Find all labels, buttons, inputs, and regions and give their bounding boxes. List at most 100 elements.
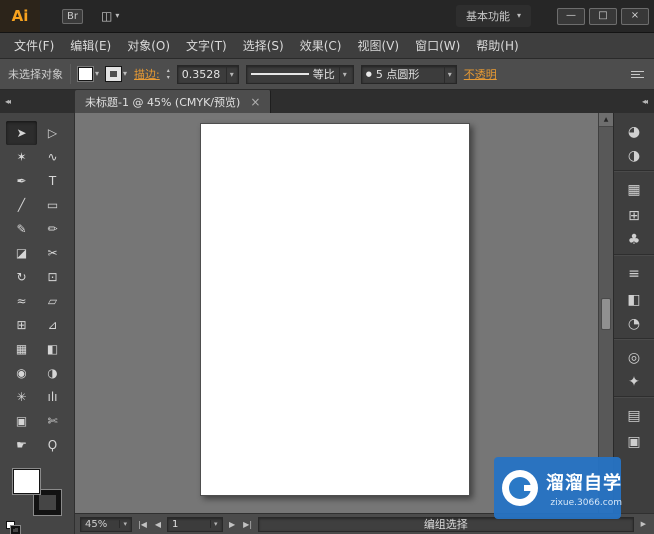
type-tool[interactable]: T (37, 169, 68, 193)
vertical-scrollbar[interactable]: ▲ ▼ (598, 113, 613, 513)
width-profile-dropdown[interactable]: 等比 ▾ (245, 64, 354, 84)
rotate-tool[interactable]: ↻ (6, 265, 37, 289)
chevron-down-icon[interactable]: ▾ (225, 65, 234, 83)
minimize-button[interactable]: — (557, 7, 585, 25)
stroke-color-swatch[interactable] (106, 67, 122, 81)
menu-item-file[interactable]: 文件(F) (6, 33, 62, 58)
workspace-switcher[interactable]: 基本功能 ▾ (455, 5, 531, 27)
panel-dock: ◕ ◑ ▦ ⊞ ♣ ≡ ◧ ◔ ◎ ✦ ▤ ▣ (613, 113, 654, 513)
gradient-tool[interactable]: ◧ (37, 337, 68, 361)
magic-wand-tool[interactable]: ✶ (6, 145, 37, 169)
document-tab[interactable]: 未标题-1 @ 45% (CMYK/预览) × (75, 90, 272, 113)
arrange-documents-button[interactable]: ◫ ▾ (101, 9, 119, 23)
menu-item-window[interactable]: 窗口(W) (407, 33, 468, 58)
artboards-panel-icon[interactable]: ▣ (614, 429, 654, 455)
menu-item-edit[interactable]: 编辑(E) (62, 33, 119, 58)
width-tool[interactable]: ≈ (6, 289, 37, 313)
pen-tool[interactable]: ✒ (6, 169, 37, 193)
close-button[interactable]: × (621, 7, 649, 25)
chevron-down-icon[interactable]: ▾ (210, 520, 218, 528)
stroke-weight-field[interactable]: 0.3528 ▾ (176, 64, 239, 84)
artboard-number-dropdown[interactable]: ▾ (167, 516, 224, 532)
scrollbar-thumb[interactable] (601, 298, 611, 330)
free-transform-tool[interactable]: ▱ (37, 289, 68, 313)
direct-selection-tool[interactable]: ▷ (37, 121, 68, 145)
zoom-level-dropdown[interactable]: 45% ▾ (80, 516, 132, 532)
scale-tool[interactable]: ⊡ (37, 265, 68, 289)
stroke-panel-link[interactable]: 描边: (134, 66, 160, 82)
last-artboard-button[interactable]: ▶| (241, 520, 254, 529)
slice-tool[interactable]: ✄ (37, 409, 68, 433)
graphic-styles-panel-icon[interactable]: ✦ (613, 371, 654, 397)
stroke-color-control[interactable]: ▾ (106, 67, 127, 81)
zoom-tool[interactable]: Ϙ (37, 433, 68, 457)
selection-tool[interactable]: ➤ (6, 121, 37, 145)
menu-item-object[interactable]: 对象(O) (119, 33, 178, 58)
menu-item-view[interactable]: 视图(V) (349, 33, 407, 58)
blend-tool[interactable]: ◑ (37, 361, 68, 385)
eraser-tool[interactable]: ◪ (6, 241, 37, 265)
maximize-button[interactable]: □ (589, 7, 617, 25)
artboard[interactable] (200, 123, 470, 496)
scissors-tool[interactable]: ✂ (37, 241, 68, 265)
scroll-up-button[interactable]: ▲ (599, 113, 613, 127)
paintbrush-tool[interactable]: ✎ (6, 217, 37, 241)
column-graph-tool[interactable]: ılı (37, 385, 68, 409)
stepper-down-icon[interactable]: ▾ (167, 74, 170, 81)
line-segment-tool[interactable]: ╱ (6, 193, 37, 217)
mesh-tool[interactable]: ▦ (6, 337, 37, 361)
first-artboard-button[interactable]: |◀ (136, 520, 149, 529)
symbols-panel-icon[interactable]: ♣ (613, 229, 654, 255)
menu-item-help[interactable]: 帮助(H) (468, 33, 526, 58)
appearance-panel-icon[interactable]: ◎ (614, 345, 654, 371)
menu-item-effect[interactable]: 效果(C) (292, 33, 350, 58)
brushes-panel-icon[interactable]: ⊞ (614, 203, 654, 229)
gradient-panel-icon[interactable]: ◧ (614, 287, 654, 313)
chevron-down-icon: ▾ (95, 69, 100, 78)
transparency-panel-icon[interactable]: ◔ (613, 313, 654, 339)
brush-definition-dropdown[interactable]: ● 5 点圆形 ▾ (360, 64, 457, 84)
divider (70, 64, 71, 84)
chevron-down-icon: ▾ (516, 11, 521, 20)
next-artboard-button[interactable]: ▶ (227, 520, 237, 529)
swatches-panel-icon[interactable]: ▦ (614, 177, 654, 203)
rectangle-tool[interactable]: ▭ (37, 193, 68, 217)
perspective-grid-tool[interactable]: ⊿ (37, 313, 68, 337)
title-bar: Ai Br ◫ ▾ 基本功能 ▾ — □ × (0, 0, 654, 32)
opacity-panel-link[interactable]: 不透明 (464, 66, 497, 82)
status-expand-icon[interactable]: ▶ (638, 520, 649, 528)
fill-color-control[interactable]: ▾ (78, 67, 99, 81)
artboard-tool[interactable]: ▣ (6, 409, 37, 433)
previous-artboard-button[interactable]: ◀ (153, 520, 163, 529)
default-fill-stroke-icon[interactable] (6, 521, 20, 534)
stroke-weight-stepper[interactable]: ▴ ▾ (167, 67, 170, 81)
control-panel-menu-icon[interactable] (629, 69, 646, 80)
bridge-button[interactable]: Br (62, 8, 83, 24)
symbol-sprayer-tool[interactable]: ✳ (6, 385, 37, 409)
panel-dock-collapse-button[interactable]: ◂◂ (642, 90, 654, 113)
chevron-down-icon[interactable]: ▾ (443, 65, 452, 83)
menu-item-select[interactable]: 选择(S) (235, 33, 292, 58)
chevron-down-icon[interactable]: ▾ (119, 520, 127, 528)
artboard-number-field[interactable] (172, 518, 207, 530)
chevron-down-icon[interactable]: ▾ (338, 65, 347, 83)
toolbox-collapse-button[interactable]: ◂◂ (0, 90, 75, 113)
pencil-tool[interactable]: ✏ (37, 217, 68, 241)
stepper-up-icon[interactable]: ▴ (167, 67, 170, 74)
color-panel-icon[interactable]: ◕ (614, 119, 654, 145)
lasso-tool[interactable]: ∿ (37, 145, 68, 169)
brush-definition-label: 5 点圆形 (375, 68, 420, 81)
fill-color-swatch[interactable] (78, 67, 93, 81)
eyedropper-tool[interactable]: ◉ (6, 361, 37, 385)
fill-swatch[interactable] (13, 469, 40, 494)
layers-panel-icon[interactable]: ▤ (614, 403, 654, 429)
panel-glyph: ✦ (628, 373, 640, 390)
tool-icon: ∿ (47, 150, 58, 164)
shape-builder-tool[interactable]: ⊞ (6, 313, 37, 337)
color-guide-panel-icon[interactable]: ◑ (613, 145, 654, 171)
stroke-panel-icon[interactable]: ≡ (614, 261, 654, 287)
tab-close-icon[interactable]: × (250, 96, 260, 108)
pasteboard[interactable]: ▲ ▼ (75, 113, 613, 513)
menu-item-type[interactable]: 文字(T) (178, 33, 235, 58)
hand-tool[interactable]: ☛ (6, 433, 37, 457)
